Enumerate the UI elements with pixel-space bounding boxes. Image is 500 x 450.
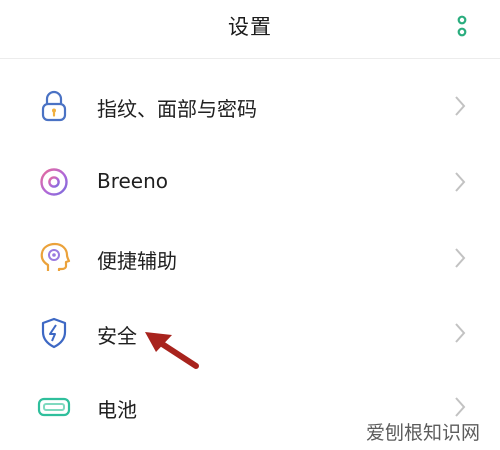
chevron-right-icon — [455, 248, 466, 268]
settings-screen: 设置 指纹、面部与密码 Breeno 便捷辅助 安全 电池 爱刨根知识网 — [0, 0, 500, 450]
page-title: 设置 — [228, 15, 272, 39]
chevron-right-icon — [455, 397, 466, 417]
settings-item-label: 便捷辅助 — [97, 249, 177, 273]
chevron-right-icon — [455, 96, 466, 116]
red-pointer-arrow-icon — [145, 332, 199, 369]
settings-item-label: 电池 — [97, 398, 137, 422]
header: 设置 — [0, 0, 500, 56]
settings-item-breeno[interactable]: Breeno — [0, 145, 500, 219]
header-divider — [0, 58, 500, 59]
settings-item-label: 安全 — [97, 324, 137, 348]
chevron-right-icon — [455, 323, 466, 343]
assist-head-icon — [40, 242, 71, 271]
more-vertical-icon — [457, 15, 467, 37]
breeno-ring-icon — [40, 168, 68, 196]
settings-item-label: Breeno — [97, 169, 169, 193]
shield-bolt-icon — [41, 317, 67, 349]
more-options-button[interactable] — [450, 13, 474, 41]
settings-item-fingerprint-face-password[interactable]: 指纹、面部与密码 — [0, 69, 500, 143]
settings-item-security[interactable]: 安全 — [0, 296, 500, 370]
battery-icon — [37, 397, 71, 417]
watermark: 爱刨根知识网 — [366, 422, 481, 444]
settings-item-label: 指纹、面部与密码 — [97, 97, 257, 121]
settings-item-convenience-assist[interactable]: 便捷辅助 — [0, 221, 500, 295]
lock-icon — [41, 90, 67, 122]
chevron-right-icon — [455, 172, 466, 192]
